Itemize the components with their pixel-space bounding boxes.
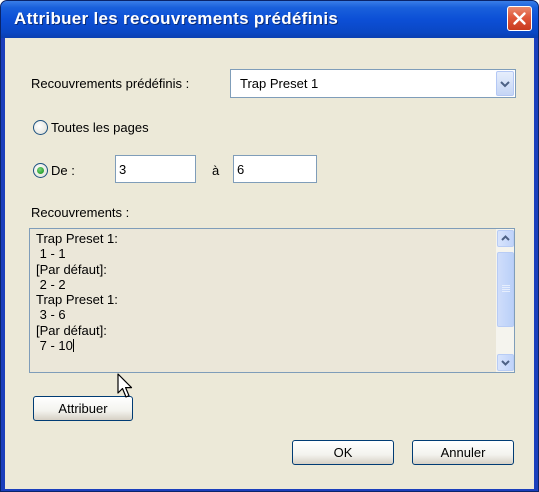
trap-line: [Par défaut]: <box>36 322 107 338</box>
trap-line: Trap Preset 1: <box>36 231 118 246</box>
traps-label: Recouvrements : <box>31 205 130 220</box>
vertical-scrollbar[interactable] <box>496 229 514 372</box>
text-caret <box>72 339 74 353</box>
traps-lines: Trap Preset 1: 1 - 1 [Par défaut]: 2 - 2T… <box>36 231 118 353</box>
grip-icon <box>502 285 510 286</box>
chevron-up-icon <box>501 235 510 241</box>
from-page-input[interactable]: 3 <box>115 155 196 183</box>
scroll-up-button[interactable] <box>497 230 514 247</box>
dialog-window: Attribuer les recouvrements prédéfinis R… <box>0 0 539 492</box>
dialog-title: Attribuer les recouvrements prédéfinis <box>14 9 339 28</box>
chevron-down-icon <box>501 360 510 366</box>
trap-line: [Par défaut]: <box>36 261 107 277</box>
from-label[interactable]: De : <box>51 163 75 178</box>
dialog-body: Recouvrements prédéfinis : Trap Preset 1… <box>5 38 534 489</box>
presets-selected-value: Trap Preset 1 <box>240 76 319 91</box>
cancel-button[interactable]: Annuler <box>412 440 514 465</box>
all-pages-radio[interactable] <box>33 120 48 135</box>
to-page-value: 6 <box>237 162 245 177</box>
trap-line: 3 - 6 <box>36 307 66 323</box>
all-pages-label[interactable]: Toutes les pages <box>51 120 149 135</box>
close-icon <box>513 12 526 25</box>
to-label: à <box>212 163 220 178</box>
mouse-pointer-icon <box>117 373 133 398</box>
close-button[interactable] <box>507 6 532 31</box>
presets-label: Recouvrements prédéfinis : <box>31 76 190 91</box>
ok-button[interactable]: OK <box>292 440 394 465</box>
trap-line: Trap Preset 1: <box>36 292 118 308</box>
to-page-input[interactable]: 6 <box>233 155 317 183</box>
title-bar[interactable]: Attribuer les recouvrements prédéfinis <box>1 1 538 38</box>
trap-line: 1 - 1 <box>36 246 66 262</box>
trap-line: 7 - 10 <box>36 338 73 354</box>
scroll-thumb[interactable] <box>497 252 514 327</box>
page-range-radio[interactable] <box>33 163 48 178</box>
presets-dropdown[interactable]: Trap Preset 1 <box>230 69 516 98</box>
trap-line: 2 - 2 <box>36 276 66 292</box>
chevron-down-icon <box>500 81 510 88</box>
traps-textarea[interactable]: Trap Preset 1: 1 - 1 [Par défaut]: 2 - 2T… <box>29 228 515 373</box>
dropdown-button[interactable] <box>496 71 514 96</box>
scroll-down-button[interactable] <box>497 354 514 371</box>
radio-selected-dot <box>37 167 44 174</box>
from-page-value: 3 <box>119 162 127 177</box>
